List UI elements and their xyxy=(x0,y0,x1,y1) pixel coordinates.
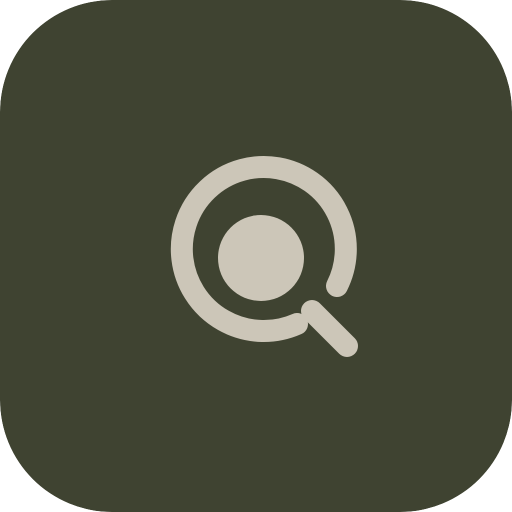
search-lens-icon xyxy=(0,0,512,512)
app-icon-tile[interactable] xyxy=(0,0,512,512)
lens-core xyxy=(218,215,304,301)
